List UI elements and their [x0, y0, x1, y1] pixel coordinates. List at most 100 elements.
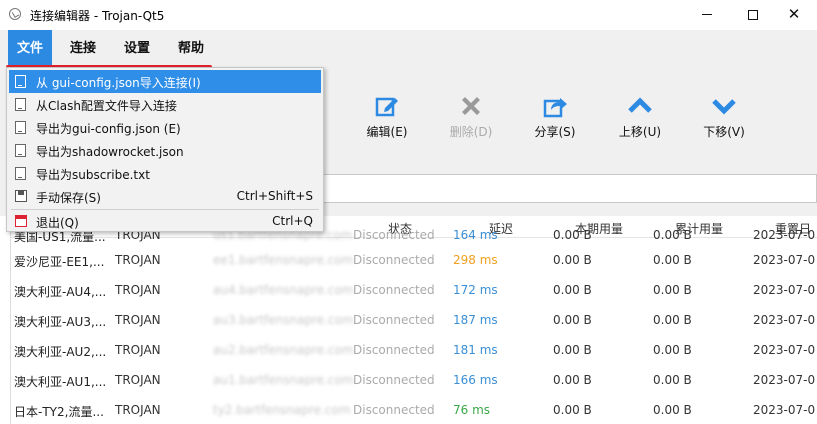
chevron-down-icon [712, 99, 736, 115]
move-up-button[interactable]: 上移(U) [605, 93, 675, 140]
row-address: au3.bartfensnapre.com [213, 313, 354, 327]
row-status: Disconnected [353, 228, 435, 242]
menu-item-label: 手动保存(S) [36, 191, 101, 205]
menu-connection[interactable]: 连接 [61, 30, 105, 67]
row-name: 澳大利亚-AU1,... [14, 375, 107, 389]
row-status: Disconnected [353, 343, 435, 357]
row-reset-date: 2023-07-0 [753, 313, 816, 327]
menu-manual-save[interactable]: 手动保存(S) Ctrl+Shift+S [9, 185, 321, 208]
document-icon [15, 144, 26, 157]
row-status: Disconnected [353, 313, 435, 327]
menu-item-label: 从 gui-config.json导入连接(I) [36, 76, 201, 90]
row-address: ee1.bartfensnapre.com [213, 253, 354, 267]
row-address: ty2.bartfensnapre.com [213, 403, 351, 417]
row-latency: 181 ms [453, 343, 498, 357]
menu-export-shadowrocket[interactable]: 导出为shadowrocket.json [9, 139, 321, 162]
menu-item-label: 导出为shadowrocket.json [36, 145, 184, 159]
document-icon [15, 167, 26, 180]
delete-label: 删除(D) [449, 125, 493, 139]
edit-icon [375, 97, 398, 117]
row-total-usage: 0.00 B [653, 343, 692, 357]
app-icon [9, 8, 21, 20]
row-latency: 172 ms [453, 283, 498, 297]
row-name: 澳大利亚-AU4,... [14, 285, 107, 299]
row-total-usage: 0.00 B [653, 403, 692, 417]
menu-import-clash[interactable]: 从Clash配置文件导入连接 [9, 93, 321, 116]
minimize-button[interactable] [684, 0, 730, 30]
row-address: au2.bartfensnapre.com [213, 343, 354, 357]
row-total-usage: 0.00 B [653, 313, 692, 327]
table-row[interactable]: 澳大利亚-AU4,... TROJAN au4.bartfensnapre.com D… [11, 277, 817, 307]
row-latency: 164 ms [453, 228, 498, 242]
menu-item-label: 导出为subscribe.txt [36, 168, 150, 182]
row-name: 爱沙尼亚-EE1,... [14, 255, 105, 269]
row-reset-date: 2023-07-0 [753, 228, 816, 242]
connection-table: 状态 延迟 本期用量 累计用量 重置日 美国-US1,流量... TROJAN us… [10, 216, 817, 424]
exit-icon [15, 215, 27, 227]
chevron-up-icon [628, 97, 652, 113]
row-period-usage: 0.00 B [553, 283, 592, 297]
move-up-label: 上移(U) [618, 125, 662, 139]
edit-button[interactable]: 编辑(E) [352, 93, 422, 140]
row-protocol: TROJAN [115, 343, 161, 357]
row-reset-date: 2023-07-0 [753, 343, 816, 357]
minimize-icon [702, 14, 712, 15]
row-protocol: TROJAN [115, 283, 161, 297]
menu-item-label: 导出为gui-config.json (E) [36, 122, 181, 136]
menu-item-label: 从Clash配置文件导入连接 [36, 99, 177, 113]
menu-item-label: 退出(Q) [36, 216, 79, 230]
row-total-usage: 0.00 B [653, 373, 692, 387]
menu-file[interactable]: 文件 [8, 30, 53, 67]
row-status: Disconnected [353, 373, 435, 387]
share-icon [543, 98, 567, 118]
maximize-button[interactable] [730, 0, 776, 30]
menu-export-subscribe[interactable]: 导出为subscribe.txt [9, 162, 321, 185]
row-status: Disconnected [353, 283, 435, 297]
menu-help[interactable]: 帮助 [169, 30, 213, 67]
maximize-icon [748, 9, 758, 20]
delete-button[interactable]: 删除(D) [436, 93, 506, 140]
row-total-usage: 0.00 B [653, 283, 692, 297]
row-name: 日本-TY2,流量... [14, 405, 104, 419]
row-protocol: TROJAN [115, 313, 161, 327]
document-icon [15, 98, 26, 111]
table-row[interactable]: 澳大利亚-AU3,... TROJAN au3.bartfensnapre.com D… [11, 307, 817, 337]
row-reset-date: 2023-07-0 [753, 283, 816, 297]
edit-label: 编辑(E) [366, 125, 408, 139]
row-latency: 187 ms [453, 313, 498, 327]
title-bar: 连接编辑器 - Trojan-Qt5 ✕ [0, 0, 817, 30]
table-row[interactable]: 澳大利亚-AU2,... TROJAN au2.bartfensnapre.com D… [11, 337, 817, 367]
table-row[interactable]: 日本-TY2,流量... TROJAN ty2.bartfensnapre.com D… [11, 397, 817, 424]
row-total-usage: 0.00 B [653, 253, 692, 267]
menu-bar: 文件 连接 设置 帮助 [0, 30, 817, 67]
table-row[interactable]: 澳大利亚-AU1,... TROJAN au1.bartfensnapre.com D… [11, 367, 817, 397]
row-latency: 76 ms [453, 403, 491, 417]
row-reset-date: 2023-07-0 [753, 403, 816, 417]
row-status: Disconnected [353, 253, 435, 267]
save-icon [15, 190, 27, 202]
document-icon [15, 121, 26, 134]
menu-shortcut: Ctrl+Q [272, 214, 313, 228]
row-period-usage: 0.00 B [553, 373, 592, 387]
document-icon [15, 75, 26, 88]
close-icon: ✕ [787, 5, 801, 23]
row-address: au4.bartfensnapre.com [213, 283, 354, 297]
menu-settings[interactable]: 设置 [115, 30, 159, 67]
menu-shortcut: Ctrl+Shift+S [236, 189, 313, 203]
row-period-usage: 0.00 B [553, 403, 592, 417]
move-down-label: 下移(V) [703, 125, 745, 139]
row-reset-date: 2023-07-0 [753, 373, 816, 387]
menu-import-gui-config[interactable]: 从 gui-config.json导入连接(I) [9, 70, 321, 93]
move-down-button[interactable]: 下移(V) [689, 93, 759, 140]
close-button[interactable]: ✕ [771, 0, 817, 30]
menu-export-gui-config[interactable]: 导出为gui-config.json (E) [9, 116, 321, 139]
row-protocol: TROJAN [115, 253, 161, 267]
row-protocol: TROJAN [115, 373, 161, 387]
share-button[interactable]: 分享(S) [520, 93, 590, 140]
row-name: 澳大利亚-AU3,... [14, 315, 107, 329]
table-row[interactable]: 爱沙尼亚-EE1,... TROJAN ee1.bartfensnapre.com D… [11, 247, 817, 277]
menu-exit[interactable]: 退出(Q) Ctrl+Q [9, 210, 321, 233]
row-total-usage: 0.00 B [653, 228, 692, 242]
row-period-usage: 0.00 B [553, 253, 592, 267]
row-period-usage: 0.00 B [553, 228, 592, 242]
